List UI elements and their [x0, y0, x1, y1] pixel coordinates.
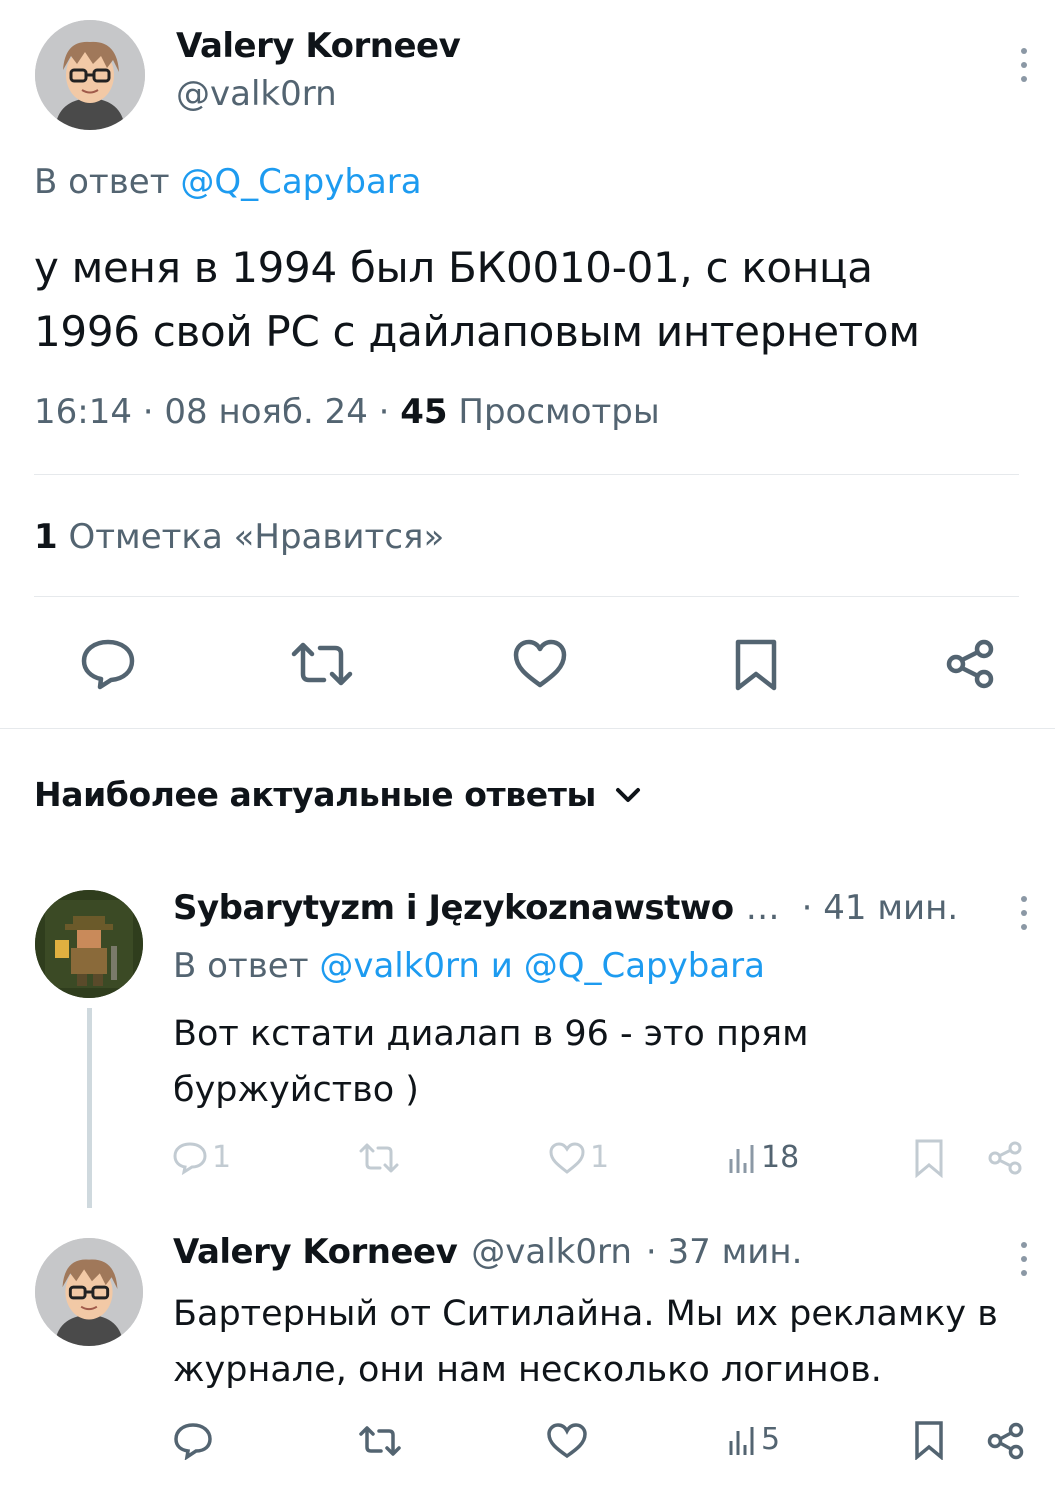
tweet-text-line: 1996 свой PC с дайлаповым интернетом	[34, 307, 920, 356]
more-options-icon[interactable]	[1020, 48, 1028, 82]
retweet-icon[interactable]	[290, 640, 354, 688]
tweet-meta: 16:14 · 08 нояб. 24 · 45 Просмотры	[34, 392, 660, 432]
reply-author-name[interactable]: Sybarytyzm i Językoznawstwo	[173, 888, 734, 928]
analytics-icon	[727, 1423, 757, 1457]
reply-text: Бартерный от Ситилайна. Мы их рекламку в…	[173, 1286, 998, 1398]
separator: ·	[142, 392, 154, 432]
bookmark-icon[interactable]	[734, 638, 778, 692]
like-icon	[548, 1141, 586, 1175]
reply-icon[interactable]	[80, 638, 136, 690]
reply-header: Valery Korneev @valk0rn · 37 мин.	[173, 1232, 802, 1272]
like-action[interactable]: 1	[548, 1140, 609, 1175]
separator: ·	[378, 392, 390, 432]
reply-text-line: журнале, они нам несколько логинов.	[173, 1350, 882, 1390]
share-icon[interactable]	[986, 1422, 1026, 1460]
reply-text-line: буржуйство )	[173, 1070, 419, 1110]
replies-sort-label: Наиболее актуальные ответы	[34, 775, 596, 814]
likes-count: 1	[34, 517, 58, 557]
reply-and: и	[490, 946, 513, 986]
thread-line	[87, 1008, 92, 1208]
author-avatar[interactable]	[35, 20, 145, 130]
reply-text-line: Бартерный от Ситилайна. Мы их рекламку в	[173, 1294, 998, 1334]
reply-prefix: В ответ	[173, 946, 309, 986]
reply-time[interactable]: · 37 мин.	[646, 1232, 802, 1272]
author-handle[interactable]: @valk0rn	[176, 74, 337, 114]
views-count: 18	[761, 1140, 800, 1175]
views-label[interactable]: Просмотры	[458, 392, 659, 432]
reply-context: В ответ @valk0rn и @Q_Capybara	[173, 946, 765, 986]
like-icon[interactable]	[546, 1422, 588, 1460]
bookmark-icon[interactable]	[914, 1420, 944, 1460]
tweet-text-line: у меня в 1994 был БК0010-01, с конца	[34, 243, 873, 292]
divider	[0, 728, 1055, 729]
like-icon[interactable]	[512, 638, 568, 690]
likes-label: Отметка «Нравится»	[68, 517, 445, 557]
tweet-time[interactable]: 16:14	[34, 392, 132, 432]
reply-time[interactable]: · 41 мин.	[802, 888, 958, 928]
reply-icon	[172, 1141, 208, 1175]
reply-text-line: Вот кстати диалап в 96 - это прям	[173, 1014, 809, 1054]
reply-to-link[interactable]: @valk0rn	[319, 946, 480, 986]
views-count: 5	[761, 1422, 781, 1457]
name-ellipsis: …	[745, 888, 780, 928]
reply-to-link[interactable]: @Q_Capybara	[180, 162, 421, 202]
more-options-icon[interactable]	[1020, 896, 1028, 930]
retweet-icon[interactable]	[358, 1424, 402, 1458]
chevron-down-icon	[614, 785, 642, 805]
reply-author-name[interactable]: Valery Korneev	[173, 1232, 458, 1272]
author-name[interactable]: Valery Korneev	[176, 26, 461, 66]
reply-author-avatar[interactable]	[35, 890, 143, 998]
reply-text: Вот кстати диалап в 96 - это прям буржуй…	[173, 1006, 809, 1118]
share-icon[interactable]	[986, 1140, 1024, 1176]
tweet-date[interactable]: 08 нояб. 24	[164, 392, 367, 432]
divider	[34, 596, 1019, 597]
likes-summary[interactable]: 1 Отметка «Нравится»	[34, 517, 444, 557]
views-action[interactable]: 18	[727, 1140, 799, 1175]
bookmark-icon[interactable]	[914, 1138, 944, 1178]
analytics-icon	[727, 1141, 757, 1175]
reply-author-avatar[interactable]	[35, 1238, 143, 1346]
reply-author-handle[interactable]: @valk0rn	[471, 1232, 632, 1272]
tweet-text: у меня в 1994 был БК0010-01, с конца 199…	[34, 236, 920, 364]
more-options-icon[interactable]	[1020, 1242, 1028, 1276]
reply-count: 1	[212, 1140, 232, 1175]
reply-header: Sybarytyzm i Językoznawstwo … · 41 мин.	[173, 888, 958, 928]
views-action[interactable]: 5	[727, 1422, 780, 1457]
reply-icon[interactable]	[172, 1422, 214, 1460]
reply-prefix: В ответ	[34, 162, 170, 202]
reply-context: В ответ @Q_Capybara	[34, 162, 422, 202]
share-icon[interactable]	[944, 638, 996, 690]
replies-sort-button[interactable]: Наиболее актуальные ответы	[34, 775, 642, 814]
reply-to-link[interactable]: @Q_Capybara	[524, 946, 765, 986]
like-count: 1	[590, 1140, 610, 1175]
reply-action[interactable]: 1	[172, 1140, 231, 1175]
divider	[34, 474, 1019, 475]
views-count: 45	[400, 392, 448, 432]
retweet-icon[interactable]	[358, 1142, 400, 1174]
